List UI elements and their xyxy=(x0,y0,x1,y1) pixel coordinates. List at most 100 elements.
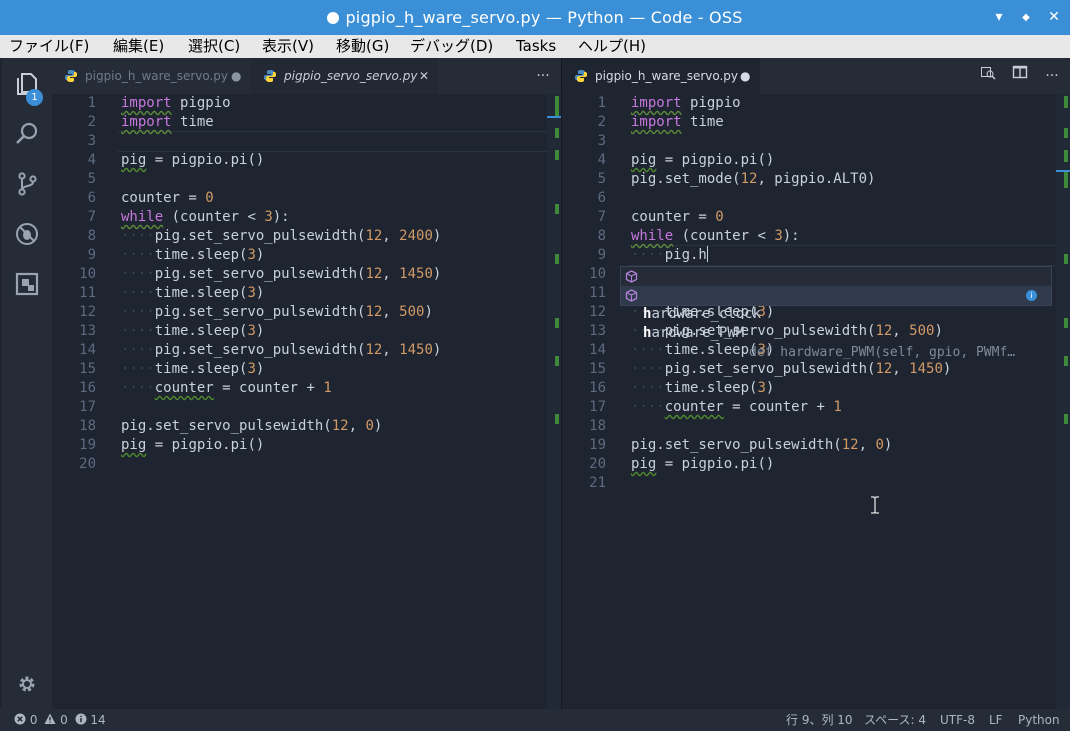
code-line: 1 import pigpio xyxy=(87,95,231,111)
python-file-icon xyxy=(65,70,77,82)
vertical-scrollbar-right[interactable] xyxy=(1056,94,1070,709)
compare-changes-icon xyxy=(981,67,996,80)
git-added-marker xyxy=(555,128,559,138)
split-editor-button[interactable] xyxy=(1008,58,1032,94)
code-line: 16 ····counter = counter + 1 xyxy=(79,380,332,396)
code-line: 7 counter = 0 xyxy=(597,209,724,225)
activity-extensions[interactable] xyxy=(2,261,52,307)
open-changes-button[interactable] xyxy=(976,58,1000,94)
code-line: 8 ····pig.set_servo_pulsewidth(12, 2400) xyxy=(87,228,442,244)
git-added-marker xyxy=(1064,150,1068,162)
code-line: 5 pig.set_mode(12, pigpio.ALT0) xyxy=(597,171,876,187)
explorer-badge: 1 xyxy=(26,89,43,106)
window-title-text: pigpio_h_ware_servo.py — Python — Code -… xyxy=(345,8,743,27)
tab-dirty-indicator[interactable]: ● xyxy=(231,58,241,94)
debug-icon xyxy=(16,223,38,245)
python-file-icon xyxy=(264,70,276,82)
code-line: 14 ····pig.set_servo_pulsewidth(12, 1450) xyxy=(79,342,442,358)
code-line: 19 pig = pigpio.pi() xyxy=(79,437,265,453)
warning-icon xyxy=(44,713,56,724)
scroll-cursor-marker xyxy=(1056,170,1070,172)
suggest-item-hardware-clock[interactable]: hardware_clock xyxy=(621,267,1051,322)
git-added-marker xyxy=(555,204,559,214)
code-editor-left[interactable]: 1 import pigpio 2 import time 3 4 pig = pig… xyxy=(52,94,561,709)
suggest-detail: def hardware_PWM(self, gpio, PWMf… xyxy=(749,345,1016,360)
tab-pigpio-h-ware-servo-right[interactable]: pigpio_h_ware_servo.py ● xyxy=(562,58,760,94)
code-line: 9 ····time.sleep(3) xyxy=(87,247,265,263)
code-line: 13 ····time.sleep(3) xyxy=(79,323,265,339)
language-mode[interactable]: Python xyxy=(1018,709,1060,731)
error-icon xyxy=(14,713,26,725)
code-line: 21 xyxy=(589,475,606,491)
encoding[interactable]: UTF-8 xyxy=(940,709,975,731)
git-added-marker xyxy=(1064,254,1068,264)
tab-pigpio-h-ware-servo-left[interactable]: pigpio_h_ware_servo.py ● xyxy=(52,58,249,94)
code-line: 3 xyxy=(597,133,606,149)
git-added-marker xyxy=(555,96,559,116)
unsaved-dot-icon xyxy=(327,12,340,24)
git-added-marker xyxy=(555,356,559,366)
suggest-item-hardware-pwm[interactable]: hardware_PWM def hardware_PWM(self, gpio… xyxy=(621,286,1051,360)
code-line: 6 counter = 0 xyxy=(87,190,214,206)
menu-file[interactable]: ファイル(F) xyxy=(9,35,89,58)
python-file-icon xyxy=(575,70,587,82)
git-added-marker xyxy=(555,414,559,424)
close-window-button[interactable]: ✕ xyxy=(1040,0,1068,35)
code-line: 17 ····counter = counter + 1 xyxy=(589,399,842,415)
activity-debug[interactable] xyxy=(2,211,52,257)
git-added-marker xyxy=(555,318,559,328)
more-actions-button[interactable]: ··· xyxy=(531,58,555,94)
code-line: 15 ····time.sleep(3) xyxy=(79,361,265,377)
menu-view[interactable]: 表示(V) xyxy=(262,35,314,58)
indentation[interactable]: スペース: 4 xyxy=(864,709,926,731)
method-cube-icon xyxy=(625,270,638,283)
method-cube-icon xyxy=(625,289,638,302)
code-line: 8 while (counter < 3): xyxy=(597,228,800,244)
menu-help[interactable]: ヘルプ(H) xyxy=(578,35,646,58)
code-line: 19 pig.set_servo_pulsewidth(12, 0) xyxy=(589,437,893,453)
ibeam-cursor-icon xyxy=(871,496,879,514)
git-added-marker xyxy=(1064,356,1068,366)
window-title: pigpio_h_ware_servo.py — Python — Code -… xyxy=(0,0,1070,35)
tab-label: pigpio_servo_servo.py xyxy=(284,69,418,83)
more-actions-button[interactable]: ··· xyxy=(1040,58,1064,94)
code-line: 20 xyxy=(79,456,96,472)
tab-close-icon[interactable]: ✕ xyxy=(419,58,429,94)
menu-debug[interactable]: デバッグ(D) xyxy=(410,35,493,58)
activity-search[interactable] xyxy=(2,111,52,157)
code-line: 3 xyxy=(87,133,96,149)
menu-go[interactable]: 移動(G) xyxy=(336,35,389,58)
git-added-marker xyxy=(555,150,559,160)
cursor-position[interactable]: 行 9、列 10 xyxy=(786,709,853,731)
code-line: 1 import pigpio xyxy=(597,95,741,111)
git-added-marker xyxy=(555,254,559,264)
menu-edit[interactable]: 編集(E) xyxy=(113,35,164,58)
code-line: 4 pig = pigpio.pi() xyxy=(87,152,265,168)
end-of-line[interactable]: LF xyxy=(989,709,1003,731)
code-line: 18 pig.set_servo_pulsewidth(12, 0) xyxy=(79,418,383,434)
menu-tasks[interactable]: Tasks xyxy=(516,35,556,58)
activity-explorer[interactable]: 1 xyxy=(2,61,52,107)
code-editor-right[interactable]: 1 import pigpio 2 import time 3 4 pig = pig… xyxy=(562,94,1070,709)
info-icon[interactable]: i xyxy=(1026,290,1037,301)
vertical-scrollbar-left[interactable] xyxy=(547,94,561,709)
activity-settings[interactable] xyxy=(2,661,52,707)
menu-selection[interactable]: 選択(C) xyxy=(188,35,240,58)
git-added-marker xyxy=(1064,170,1068,188)
error-count: 0 xyxy=(29,713,38,727)
activity-source-control[interactable] xyxy=(2,161,52,207)
search-icon xyxy=(16,122,38,144)
minimize-button[interactable]: ▾ xyxy=(985,0,1013,35)
tab-pigpio-servo-servo-left[interactable]: pigpio_servo_servo.py ✕ xyxy=(251,58,438,94)
title-bar: pigpio_h_ware_servo.py — Python — Code -… xyxy=(0,0,1070,35)
tabs-bar-left: pigpio_h_ware_servo.py ● pigpio_servo_se… xyxy=(52,58,561,94)
git-added-marker xyxy=(1064,318,1068,328)
tab-dirty-indicator[interactable]: ● xyxy=(740,58,750,94)
code-line: 4 pig = pigpio.pi() xyxy=(597,152,775,168)
editor-group-left: pigpio_h_ware_servo.py ● pigpio_servo_se… xyxy=(52,58,561,709)
problems-indicator[interactable]: 0 0 14 xyxy=(14,709,106,731)
code-line: 9 ····pig.h xyxy=(597,246,708,263)
maximize-button[interactable]: ◆ xyxy=(1012,0,1040,35)
code-line: 12 ····pig.set_servo_pulsewidth(12, 500) xyxy=(79,304,433,320)
info-icon xyxy=(75,713,87,725)
